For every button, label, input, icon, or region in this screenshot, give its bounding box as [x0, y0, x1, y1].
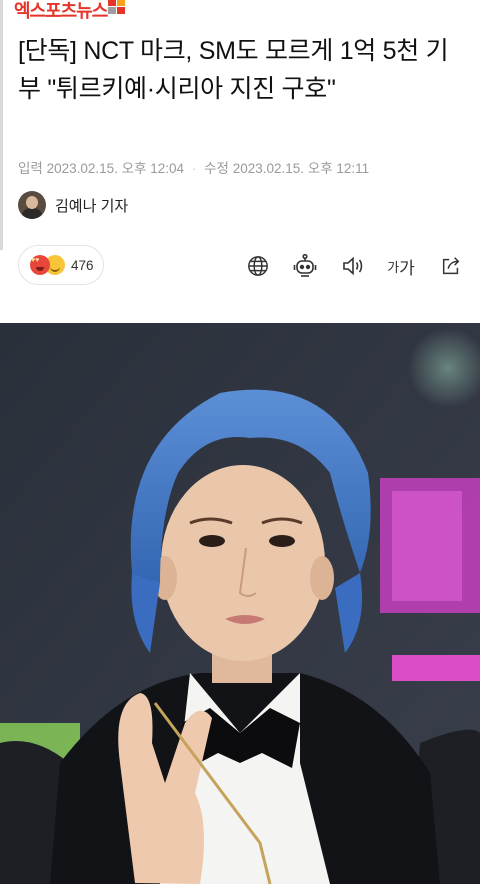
date-separator: · — [191, 161, 197, 176]
article-dates: 입력 2023.02.15. 오후 12:04 · 수정 2023.02.15.… — [18, 157, 369, 177]
brand-name: 엑스포츠뉴스 — [14, 1, 108, 21]
globe-icon — [248, 256, 268, 276]
font-size-button[interactable]: 가가 — [386, 253, 416, 279]
article-photo[interactable] — [0, 323, 480, 884]
summary-bot-button[interactable] — [290, 253, 320, 279]
modified-label: 수정 — [204, 161, 229, 176]
robot-icon — [293, 253, 317, 277]
left-edge-shadow — [0, 0, 3, 250]
published-label: 입력 — [18, 161, 43, 176]
font-size-small-label: 가 — [387, 259, 400, 275]
brand-mark-icon — [108, 0, 128, 15]
heart-eyes-emoji-icon — [30, 255, 50, 275]
translate-button[interactable] — [245, 253, 271, 279]
brand-logo[interactable]: 엑스포츠뉴스 — [14, 0, 128, 22]
listen-button[interactable] — [340, 253, 366, 279]
reporter-byline[interactable]: 김예나 기자 — [18, 191, 128, 219]
published-date: 2023.02.15. 오후 12:04 — [46, 161, 185, 176]
share-button[interactable] — [438, 253, 464, 279]
reaction-count: 476 — [71, 257, 94, 273]
article-title: [단독] NCT 마크, SM도 모르게 1억 5천 기부 "튀르키예·시리아 … — [18, 37, 449, 103]
share-icon — [442, 257, 460, 275]
reaction-button[interactable]: 476 — [18, 245, 104, 285]
reporter-name[interactable]: 김예나 기자 — [55, 195, 128, 216]
reporter-avatar[interactable] — [18, 191, 46, 219]
font-size-large-label: 가 — [399, 258, 415, 278]
modified-date: 2023.02.15. 오후 12:11 — [232, 161, 370, 176]
speaker-icon — [343, 256, 363, 276]
